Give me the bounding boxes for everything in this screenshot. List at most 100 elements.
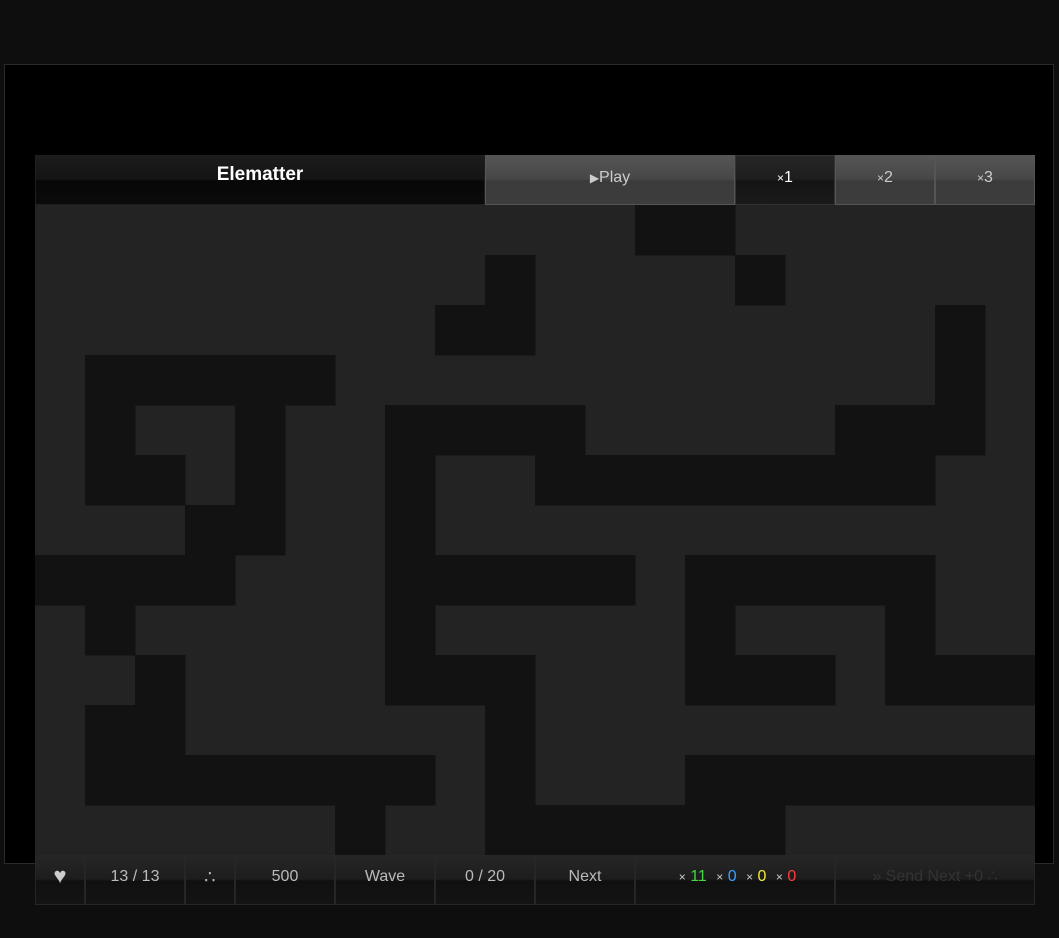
maze-path-tile <box>285 755 336 806</box>
maze-path-tile <box>135 355 186 406</box>
maze-path-tile <box>885 755 936 806</box>
maze-path-tile <box>235 755 286 806</box>
maze-path-tile <box>685 805 736 855</box>
maze-board[interactable] <box>35 205 1035 855</box>
speed-x1-label: 1 <box>784 169 793 186</box>
game-container: Elematter ▶Play ×1 ×2 ×3 ♥ 13 / 13 ∴ 500… <box>35 155 1035 905</box>
speed-x3-label: 3 <box>984 169 993 186</box>
maze-path-tile <box>185 755 236 806</box>
maze-path-tile <box>485 305 536 356</box>
maze-path-tile <box>135 655 186 706</box>
maze-path-tile <box>35 555 86 606</box>
element-counter-blue: × 0 <box>716 868 737 885</box>
maze-path-tile <box>135 755 186 806</box>
maze-path-tile <box>635 805 686 855</box>
maze-path-tile <box>835 755 886 806</box>
maze-path-tile <box>985 755 1035 806</box>
maze-path-tile <box>135 555 186 606</box>
maze-path-tile <box>885 455 936 506</box>
maze-path-tile <box>785 755 836 806</box>
bottom-bar: ♥ 13 / 13 ∴ 500 Wave 0 / 20 Next × 11 × … <box>35 855 1035 905</box>
speed-x3-button[interactable]: ×3 <box>935 155 1035 205</box>
next-wave-button[interactable]: Next <box>535 855 635 905</box>
maze-path-tile <box>385 655 436 706</box>
maze-path-tile <box>535 805 586 855</box>
top-bar: Elematter ▶Play ×1 ×2 ×3 <box>35 155 1035 205</box>
maze-path-tile <box>485 705 536 756</box>
maze-path-tile <box>535 405 586 456</box>
maze-path-tile <box>485 255 536 306</box>
maze-path-tile <box>85 355 136 406</box>
maze-path-tile <box>385 455 436 506</box>
maze-path-tile <box>335 755 386 806</box>
maze-path-tile <box>935 755 986 806</box>
maze-path-tile <box>785 455 836 506</box>
therefore-icon: ∴ <box>204 867 216 887</box>
speed-x1-button[interactable]: ×1 <box>735 155 835 205</box>
maze-path-tile <box>85 705 136 756</box>
maze-path-tile <box>885 405 936 456</box>
maze-map[interactable] <box>35 205 1035 855</box>
maze-path-tile <box>485 405 536 456</box>
maze-path-tile <box>435 555 486 606</box>
element-counters: × 11 × 0 × 0 × 0 <box>635 855 835 905</box>
maze-path-tile <box>985 655 1035 706</box>
play-label: Play <box>599 169 631 186</box>
maze-path-tile <box>735 455 786 506</box>
maze-path-tile <box>685 605 736 656</box>
speed-x1-prefix: × <box>777 171 785 185</box>
maze-path-tile <box>735 755 786 806</box>
maze-path-tile <box>685 755 736 806</box>
send-next-button[interactable]: » Send Next +0 ∴ <box>835 855 1035 905</box>
element-counter-yellow: × 0 <box>746 868 767 885</box>
maze-path-tile <box>685 655 736 706</box>
maze-path-tile <box>735 805 786 855</box>
maze-path-tile <box>535 555 586 606</box>
maze-path-tile <box>435 305 486 356</box>
maze-path-tile <box>935 405 986 456</box>
maze-path-tile <box>935 305 986 356</box>
maze-path-tile <box>85 555 136 606</box>
maze-path-tile <box>85 755 136 806</box>
maze-path-tile <box>635 205 686 256</box>
maze-path-tile <box>835 405 886 456</box>
maze-path-tile <box>385 555 436 606</box>
maze-path-tile <box>735 655 786 706</box>
maze-path-tile <box>385 605 436 656</box>
game-frame: Elematter ▶Play ×1 ×2 ×3 ♥ 13 / 13 ∴ 500… <box>4 64 1054 905</box>
play-icon: ▶ <box>589 171 600 185</box>
maze-path-tile <box>535 455 586 506</box>
maze-path-tile <box>85 405 136 456</box>
maze-path-tile <box>585 805 636 855</box>
maze-path-tile <box>485 655 536 706</box>
maze-path-tile <box>835 555 886 606</box>
maze-path-tile <box>385 405 436 456</box>
speed-x2-button[interactable]: ×2 <box>835 155 935 205</box>
maze-path-tile <box>235 355 286 406</box>
maze-path-tile <box>185 555 236 606</box>
maze-path-tile <box>585 455 636 506</box>
maze-path-tile <box>235 455 286 506</box>
maze-path-tile <box>85 455 136 506</box>
maze-path-tile <box>885 555 936 606</box>
game-title: Elematter <box>35 155 485 205</box>
wave-value: 0 / 20 <box>435 855 535 905</box>
maze-path-tile <box>935 355 986 406</box>
maze-path-tile <box>735 255 786 306</box>
heart-icon: ♥ <box>53 863 67 888</box>
maze-path-tile <box>335 805 386 855</box>
maze-path-tile <box>385 755 436 806</box>
maze-path-tile <box>435 405 486 456</box>
maze-path-tile <box>135 705 186 756</box>
maze-path-tile <box>485 805 536 855</box>
maze-path-tile <box>835 455 886 506</box>
gold-value: 500 <box>235 855 335 905</box>
maze-path-tile <box>385 505 436 556</box>
play-button[interactable]: ▶Play <box>485 155 735 205</box>
maze-path-tile <box>585 555 636 606</box>
maze-path-tile <box>135 455 186 506</box>
lives-value: 13 / 13 <box>85 855 185 905</box>
maze-path-tile <box>435 655 486 706</box>
maze-path-tile <box>285 355 336 406</box>
maze-path-tile <box>235 405 286 456</box>
